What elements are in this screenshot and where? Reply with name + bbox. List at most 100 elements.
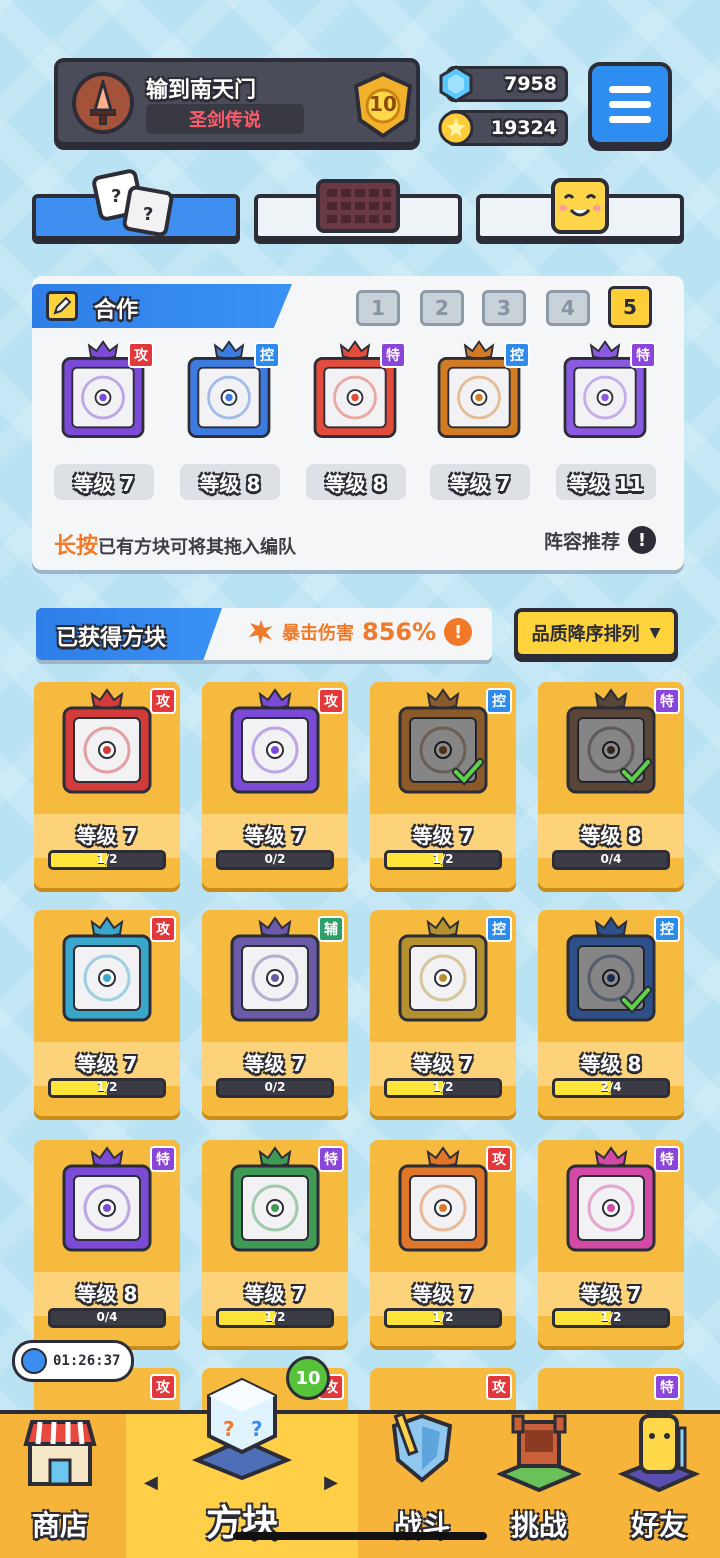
- lineup-recommend-button[interactable]: 阵容推荐 !: [544, 526, 656, 554]
- type-tag: 控: [654, 916, 680, 942]
- coin-icon: [437, 109, 475, 147]
- block-art: [218, 686, 332, 800]
- block-card[interactable]: 特 等级 8 0/4: [34, 1140, 180, 1346]
- progress-text: 1/2: [600, 1310, 622, 1324]
- type-tag: 特: [380, 342, 406, 368]
- block-card[interactable]: 特 等级 7 1/2: [202, 1140, 348, 1346]
- block-level: 等级 7: [412, 1052, 474, 1076]
- progress-text: 1/2: [264, 1310, 286, 1324]
- coin-counter[interactable]: 19324: [438, 110, 568, 146]
- team-member-block[interactable]: 控: [176, 338, 282, 444]
- timer-text: 01:26:37: [53, 1353, 121, 1369]
- block-art: [50, 1144, 164, 1258]
- block-level: 等级 8: [580, 824, 642, 848]
- block-card[interactable]: 特 等级 7 1/2: [538, 1140, 684, 1346]
- team-member-block[interactable]: 控: [426, 338, 532, 444]
- team-member-level: 等级 7: [430, 464, 530, 500]
- block-card[interactable]: 攻 等级 7 1/2: [34, 910, 180, 1116]
- type-tag: 特: [654, 688, 680, 714]
- type-tag: 控: [254, 342, 280, 368]
- team-member-block[interactable]: 攻: [50, 338, 156, 444]
- block-art: [218, 914, 332, 1028]
- acquired-header: 已获得方块 暴击伤害 856% !: [36, 608, 492, 660]
- hint-highlight: 长按: [54, 534, 99, 559]
- upgrade-progress-bar: 1/2: [216, 1308, 334, 1328]
- type-tag: 控: [486, 916, 512, 942]
- team-slot-5[interactable]: 5: [608, 286, 652, 328]
- event-timer[interactable]: 01:26:37: [12, 1340, 134, 1382]
- block-art: [386, 1144, 500, 1258]
- progress-text: 1/2: [432, 1310, 454, 1324]
- progress-text: 1/2: [432, 852, 454, 866]
- team-member-block[interactable]: 特: [552, 338, 658, 444]
- dropdown-arrow-icon: ▼: [649, 625, 661, 641]
- nav-challenge[interactable]: 挑战: [480, 1414, 598, 1558]
- block-card[interactable]: 控 等级 7 1/2: [370, 682, 516, 888]
- team-slot-2[interactable]: 2: [420, 290, 464, 326]
- menu-button[interactable]: [588, 62, 672, 146]
- edit-pencil-icon[interactable]: [46, 291, 78, 321]
- shield-sword-icon: [380, 1408, 464, 1496]
- team-member-block[interactable]: 特: [302, 338, 408, 444]
- sort-quality-dropdown[interactable]: 品质降序排列 ▼: [514, 608, 678, 658]
- svg-text:?: ?: [251, 1417, 263, 1441]
- player-profile-card[interactable]: 输到南天门 圣剑传说 10: [54, 58, 420, 146]
- upgrade-progress-bar: 1/2: [384, 1308, 502, 1328]
- smiley-face-icon: [549, 176, 611, 240]
- team-slot-4[interactable]: 4: [546, 290, 590, 326]
- block-card[interactable]: 控 等级 8 2/4: [538, 910, 684, 1116]
- crit-label: 暴击伤害: [282, 623, 354, 644]
- progress-text: 0/4: [600, 852, 622, 866]
- block-level: 等级 7: [412, 1282, 474, 1306]
- tab-emoji[interactable]: [476, 178, 684, 240]
- team-slot-1[interactable]: 1: [356, 290, 400, 326]
- right-arrow-icon[interactable]: ▶: [324, 1472, 338, 1493]
- coop-header: 合作: [32, 284, 292, 328]
- hint-text: 已有方块可将其拖入编队: [98, 537, 297, 558]
- upgrade-progress-bar: 1/2: [48, 850, 166, 870]
- upgrade-progress-bar: 2/4: [552, 1078, 670, 1098]
- nav-shop-label: 商店: [31, 1509, 88, 1542]
- block-card[interactable]: 控 等级 7 1/2: [370, 910, 516, 1116]
- type-tag: 攻: [318, 688, 344, 714]
- upgrade-progress-bar: 1/2: [384, 850, 502, 870]
- gem-counter[interactable]: 7958: [439, 65, 568, 103]
- block-card[interactable]: 辅 等级 7 0/2: [202, 910, 348, 1116]
- upgrade-progress-bar: 0/2: [216, 1078, 334, 1098]
- menu-line: [609, 115, 651, 123]
- type-tag: 控: [486, 688, 512, 714]
- tab-dice[interactable]: ??: [32, 169, 240, 240]
- block-level: 等级 7: [76, 1052, 138, 1076]
- crit-info-icon[interactable]: !: [444, 618, 473, 646]
- block-level: 等级 7: [76, 824, 138, 848]
- block-art: [50, 686, 164, 800]
- progress-text: 1/2: [96, 1080, 118, 1094]
- block-level: 等级 7: [580, 1282, 642, 1306]
- coin-amount: 19324: [490, 117, 557, 139]
- info-exclamation-icon: !: [628, 526, 656, 554]
- sword-avatar-icon: [72, 72, 134, 134]
- crit-damage-stat[interactable]: 暴击伤害 856% !: [248, 618, 473, 646]
- rank-number: 10: [369, 92, 397, 116]
- tab-board[interactable]: [254, 179, 462, 240]
- left-arrow-icon[interactable]: ◀: [144, 1472, 158, 1493]
- block-card[interactable]: 攻 等级 7 1/2: [370, 1140, 516, 1346]
- menu-line: [609, 100, 651, 108]
- type-tag: 攻: [486, 1374, 512, 1400]
- coop-title: 合作: [94, 298, 139, 323]
- gem-icon: [437, 65, 475, 103]
- nav-shop[interactable]: 商店: [0, 1414, 120, 1558]
- home-indicator[interactable]: [233, 1532, 487, 1540]
- team-slot-3[interactable]: 3: [482, 290, 526, 326]
- block-level: 等级 7: [412, 824, 474, 848]
- block-card[interactable]: 特 等级 8 0/4: [538, 682, 684, 888]
- type-tag: 特: [654, 1374, 680, 1400]
- type-tag: 辅: [318, 916, 344, 942]
- nav-friends[interactable]: 好友: [598, 1414, 720, 1558]
- block-card[interactable]: 攻 等级 7 1/2: [34, 682, 180, 888]
- friend-character-icon: [617, 1408, 701, 1496]
- block-card[interactable]: 攻 等级 7 0/2: [202, 682, 348, 888]
- progress-text: 2/4: [600, 1080, 622, 1094]
- block-level: 等级 7: [244, 1052, 306, 1076]
- gem-amount: 7958: [504, 73, 557, 95]
